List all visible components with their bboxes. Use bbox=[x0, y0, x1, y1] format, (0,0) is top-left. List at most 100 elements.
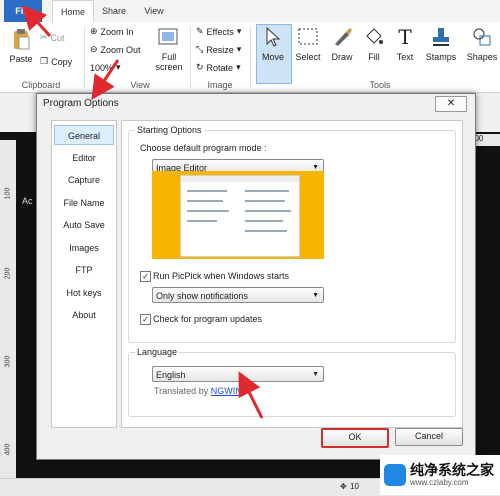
fill-button[interactable]: Fill bbox=[360, 26, 388, 62]
check-updates-label: Check for program updates bbox=[153, 314, 263, 324]
nav-item-file-name[interactable]: File Name bbox=[54, 193, 114, 213]
rotate-dropdown[interactable]: ↻ Rotate ▾ bbox=[196, 62, 241, 73]
effects-dropdown[interactable]: ✎ Effects ▾ bbox=[196, 26, 241, 37]
language-select[interactable]: English ▼ bbox=[152, 366, 324, 382]
chevron-down-icon: ▾ bbox=[236, 62, 241, 72]
zoom-in-label: Zoom In bbox=[100, 26, 134, 37]
ribbon-tabs: File Home Share View bbox=[0, 0, 500, 23]
chevron-down-icon: ▼ bbox=[312, 292, 319, 299]
full-screen-label: Full screen bbox=[155, 52, 183, 72]
clipboard-icon bbox=[10, 28, 32, 50]
group-label-image: Image bbox=[207, 80, 233, 90]
text-icon: T bbox=[398, 25, 412, 49]
text-button[interactable]: T Text bbox=[392, 26, 418, 62]
run-at-startup-checkbox[interactable]: ✓ bbox=[140, 271, 151, 282]
effects-label: Effects bbox=[206, 26, 234, 37]
divider bbox=[190, 26, 191, 88]
divider bbox=[84, 26, 85, 88]
nav-item-capture[interactable]: Capture bbox=[54, 170, 114, 190]
divider bbox=[250, 26, 251, 88]
nav-item-general[interactable]: General bbox=[54, 125, 114, 145]
select-icon bbox=[297, 26, 319, 48]
text-label: Text bbox=[396, 52, 414, 62]
preview-window bbox=[180, 175, 300, 257]
nav-item-ftp[interactable]: FTP bbox=[54, 260, 114, 280]
tab-file[interactable]: File bbox=[4, 0, 42, 22]
cut-label: Cut bbox=[50, 32, 65, 43]
zoom-level-value: 100% bbox=[90, 62, 114, 73]
chevron-down-icon: ▾ bbox=[116, 62, 121, 72]
dialog-title-bar: Program Options ✕ bbox=[37, 94, 475, 114]
nav-item-editor[interactable]: Editor bbox=[54, 148, 114, 168]
chevron-down-icon: ▾ bbox=[236, 44, 242, 54]
close-button[interactable]: ✕ bbox=[435, 96, 467, 112]
ruler-tick: 200 bbox=[4, 267, 12, 280]
draw-label: Draw bbox=[331, 52, 353, 62]
notifications-select[interactable]: Only show notifications ▼ bbox=[152, 287, 324, 303]
resize-label: Resize bbox=[206, 44, 234, 55]
shapes-icon bbox=[471, 26, 493, 48]
language-legend: Language bbox=[137, 347, 178, 357]
notifications-select-value: Only show notifications bbox=[156, 291, 249, 301]
fill-label: Fill bbox=[368, 52, 380, 62]
preview-line bbox=[187, 220, 217, 222]
tab-view[interactable]: View bbox=[138, 0, 170, 22]
shapes-button[interactable]: Shapes bbox=[466, 26, 498, 62]
preview-title-bar bbox=[181, 176, 299, 182]
stamps-button[interactable]: Stamps bbox=[424, 26, 458, 62]
zoom-level-dropdown[interactable]: 100% ▾ bbox=[90, 62, 121, 73]
move-button[interactable]: Move bbox=[258, 26, 288, 62]
full-screen-icon bbox=[157, 26, 179, 48]
language-select-value: English bbox=[156, 370, 186, 380]
scissors-icon: ✂ bbox=[40, 32, 48, 42]
preview-line bbox=[245, 210, 291, 212]
copy-button[interactable]: ❐ Copy bbox=[40, 56, 72, 67]
preview-line bbox=[245, 190, 289, 192]
watermark-logo-icon bbox=[384, 464, 406, 486]
run-at-startup-label: Run PicPick when Windows starts bbox=[153, 271, 290, 281]
ok-button[interactable]: OK bbox=[321, 428, 389, 448]
group-label-tools: Tools bbox=[369, 80, 391, 90]
stamps-label: Stamps bbox=[425, 52, 457, 62]
preview-line bbox=[245, 200, 285, 202]
general-panel: Starting Options Choose default program … bbox=[121, 120, 463, 428]
zoom-in-button[interactable]: ⊕ Zoom In bbox=[90, 26, 134, 37]
paste-button[interactable]: Paste bbox=[8, 28, 34, 64]
chevron-down-icon: ▾ bbox=[236, 26, 242, 36]
program-options-dialog: Program Options ✕ General Editor Capture… bbox=[36, 93, 476, 460]
preview-line bbox=[187, 190, 227, 192]
stamp-icon bbox=[430, 26, 452, 48]
nav-item-images[interactable]: Images bbox=[54, 238, 114, 258]
mode-preview-image bbox=[152, 171, 324, 259]
watermark-title: 纯净系统之家 bbox=[410, 462, 494, 478]
cut-button[interactable]: ✂ Cut bbox=[40, 32, 65, 43]
ruler-left: 100 200 300 400 bbox=[0, 140, 16, 480]
tab-share[interactable]: Share bbox=[96, 0, 132, 22]
nav-item-hot-keys[interactable]: Hot keys bbox=[54, 283, 114, 303]
tab-home[interactable]: Home bbox=[52, 0, 94, 23]
canvas-text: Ac bbox=[22, 196, 33, 206]
rotate-label: Rotate bbox=[206, 62, 234, 73]
zoom-out-label: Zoom Out bbox=[100, 44, 141, 55]
group-label-clipboard: Clipboard bbox=[21, 80, 61, 90]
shapes-label: Shapes bbox=[466, 52, 498, 62]
nav-item-about[interactable]: About bbox=[54, 305, 114, 325]
status-zoom: 10 bbox=[350, 482, 359, 491]
mode-label: Choose default program mode : bbox=[140, 143, 267, 153]
chevron-down-icon: ▼ bbox=[312, 371, 319, 378]
cancel-button[interactable]: Cancel bbox=[395, 428, 463, 446]
draw-button[interactable]: Draw bbox=[328, 26, 356, 62]
effects-icon: ✎ bbox=[196, 26, 204, 36]
resize-dropdown[interactable]: ⤡ Resize ▾ bbox=[196, 44, 241, 55]
starting-options-legend: Starting Options bbox=[137, 125, 202, 135]
options-nav: General Editor Capture File Name Auto Sa… bbox=[51, 120, 117, 428]
rotate-icon: ↻ bbox=[196, 62, 204, 72]
zoom-in-icon: ⊕ bbox=[90, 26, 98, 36]
check-updates-checkbox[interactable]: ✓ bbox=[140, 314, 151, 325]
zoom-out-button[interactable]: ⊖ Zoom Out bbox=[90, 44, 141, 55]
translator-link[interactable]: NGWIN bbox=[211, 386, 242, 396]
full-screen-button[interactable]: Full screen bbox=[154, 26, 183, 72]
nav-item-auto-save[interactable]: Auto Save bbox=[54, 215, 114, 235]
ribbon: Paste ✂ Cut ❐ Copy Clipboard ⊕ Zoom In ⊖ Zoo… bbox=[0, 22, 500, 93]
select-button[interactable]: Select bbox=[294, 26, 322, 62]
